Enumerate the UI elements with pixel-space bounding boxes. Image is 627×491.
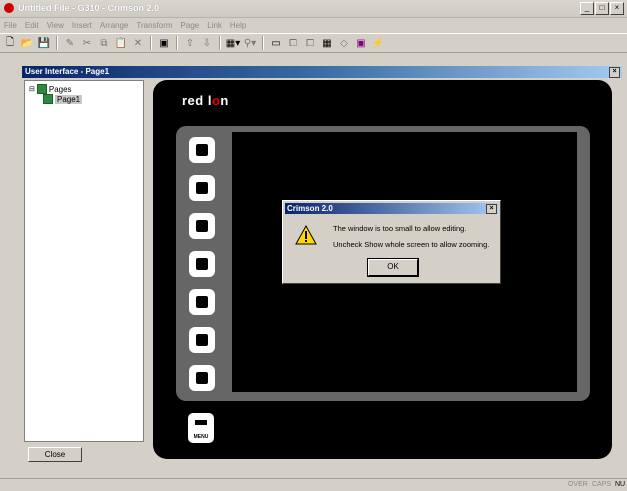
menu-file[interactable]: File [4,21,17,30]
tree-child-label: Page1 [55,94,83,104]
menu-bar: File Edit View Insert Arrange Transform … [0,18,627,32]
pages-tree: ⊟ Pages Page1 [24,80,144,442]
toolbar: 🗋 📂 💾 ✎ ✂ ⧉ 📋 ✕ ▣ ⇧ ⇩ ▦▾ ⚲▾ ▭ ⧠ ⧠ ▦ ◇ ▣ … [0,33,627,53]
delete-icon[interactable]: ✕ [131,36,145,50]
softkey-4[interactable] [189,251,215,277]
dialog-message-line2: Uncheck Show whole screen to allow zoomi… [333,240,490,249]
lightning-icon[interactable]: ⚡ [371,36,385,50]
table-icon[interactable]: ▦ [320,36,334,50]
dialog-close-icon[interactable]: × [486,204,497,214]
status-num: NU [615,481,626,488]
window-title: Untitled File - G310 - Crimson 2.0 [18,3,160,13]
panel-title-text: User Interface - Page1 [25,67,110,76]
down-arrow-icon[interactable]: ⇩ [200,36,214,50]
paste-icon[interactable]: 📋 [114,36,128,50]
menu-key[interactable]: MENU [188,413,214,443]
status-bar: OVER CAPS NU [0,478,627,491]
app-icon [4,3,14,13]
status-over: OVER [568,481,588,488]
dialog-message-line1: The window is too small to allow editing… [333,224,467,233]
message-dialog: Crimson 2.0 × The window is too small to… [282,200,501,284]
tree-item-pages[interactable]: ⊟ Pages [29,84,72,94]
ok-button[interactable]: OK [368,259,418,276]
horizontal-scrollbar[interactable] [0,466,627,476]
tree-item-page1[interactable]: Page1 [43,94,83,104]
color-icon[interactable]: ▣ [354,36,368,50]
page-icon [43,94,53,104]
close-window-button[interactable]: × [610,2,624,15]
close-button[interactable]: Close [28,447,82,462]
menu-page[interactable]: Page [181,21,200,30]
up-arrow-icon[interactable]: ⇧ [183,36,197,50]
menu-key-label: MENU [193,434,209,440]
minimize-button[interactable]: _ [580,2,594,15]
dialog-title-text: Crimson 2.0 [287,204,333,213]
new-file-icon[interactable]: 🗋 [3,36,17,50]
menu-help[interactable]: Help [230,21,246,30]
status-caps: CAPS [592,481,612,488]
softkey-3[interactable] [189,213,215,239]
palette-icon[interactable]: ▣ [157,36,171,50]
menu-view[interactable]: View [47,21,64,30]
menu-edit[interactable]: Edit [25,21,39,30]
softkey-1[interactable] [189,137,215,163]
zoom-icon[interactable]: ⚲▾ [243,36,257,50]
grid-menu-icon[interactable]: ▦▾ [226,36,240,50]
send-back-icon[interactable]: ⧠ [303,36,317,50]
tile-icon[interactable]: ▭ [269,36,283,50]
pen-icon[interactable]: ✎ [63,36,77,50]
title-bar: Untitled File - G310 - Crimson 2.0 _ □ × [0,0,627,18]
softkey-2[interactable] [189,175,215,201]
softkey-7[interactable] [189,365,215,391]
warning-icon [295,225,317,245]
menu-transform[interactable]: Transform [136,21,172,30]
save-icon[interactable]: 💾 [37,36,51,50]
maximize-button[interactable]: □ [595,2,609,15]
softkey-column [189,137,215,391]
panel-title: User Interface - Page1 × [22,66,622,78]
softkey-6[interactable] [189,327,215,353]
menu-arrange[interactable]: Arrange [100,21,128,30]
menu-insert[interactable]: Insert [72,21,92,30]
dialog-title: Crimson 2.0 × [285,203,498,214]
open-folder-icon[interactable]: 📂 [20,36,34,50]
softkey-5[interactable] [189,289,215,315]
cut-icon[interactable]: ✂ [80,36,94,50]
brand-logo: red lon [182,93,229,108]
bring-front-icon[interactable]: ⧠ [286,36,300,50]
tree-root-label: Pages [48,84,72,94]
menu-link[interactable]: Link [207,21,222,30]
shape-icon[interactable]: ◇ [337,36,351,50]
close-icon[interactable]: × [609,67,620,78]
copy-icon[interactable]: ⧉ [97,36,111,50]
pages-icon [36,84,47,94]
